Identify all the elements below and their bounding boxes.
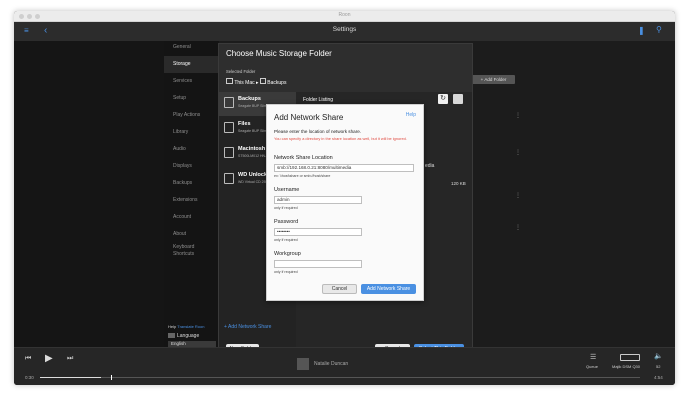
more-options-icon[interactable]: ⋮ [515,192,521,199]
seek-bar[interactable] [40,375,640,380]
folder-listing-label: Folder Listing [303,97,334,103]
view-toggle-button[interactable] [453,94,463,104]
breadcrumb-separator: ▸ [255,80,259,86]
drive-icon [259,78,266,84]
help-link[interactable]: Help [168,324,176,329]
add-network-share-link[interactable]: + Add Network Share [224,324,271,330]
share-intro: Please enter the location of network sha… [274,129,362,134]
language-label: Language [168,333,199,339]
sidebar-item-about[interactable]: About [173,231,186,237]
share-dialog-title: Add Network Share [274,113,344,122]
left-panel [14,41,164,347]
total-time: 4:54 [654,375,663,380]
track-artist: Natalie Duncan [314,361,349,367]
sidebar-item-displays[interactable]: Displays [173,163,192,169]
sidebar-item-services[interactable]: Services [173,78,192,84]
sidebar-item-backups[interactable]: Backups [173,180,192,186]
add-network-share-dialog: Add Network Share Help Please enter the … [266,104,424,301]
network-share-location-input[interactable] [274,164,414,172]
sidebar-item-audio[interactable]: Audio [173,146,186,152]
sidebar-item-extensions[interactable]: Extensions [173,197,197,203]
drive-icon [224,97,234,108]
share-help-link[interactable]: Help [406,112,416,118]
previous-icon[interactable]: ⏮ [25,355,31,363]
username-hint: only if required [274,206,298,210]
breadcrumb-backups[interactable]: Backups [267,80,286,86]
folder-size: 120 KB [451,181,466,186]
next-icon[interactable]: ⏭ [67,355,73,363]
refresh-icon[interactable]: ↻ [438,94,448,104]
more-options-icon[interactable]: ⋮ [515,112,521,119]
breadcrumb-this-mac[interactable]: This Mac [234,80,254,86]
sidebar-item-play-actions[interactable]: Play Actions [173,112,200,118]
location-label: Network Share Location [274,155,333,161]
share-cancel-button[interactable]: Cancel [322,284,357,294]
zone-name[interactable]: Majik DSM Q30 [612,364,640,369]
workgroup-hint: only if required [274,270,298,274]
password-input[interactable] [274,228,362,236]
volume-level: 52 [656,364,661,369]
username-label: Username [274,187,300,193]
sidebar-item-account[interactable]: Account [173,214,191,220]
selected-folder-label: Selected Folder [226,69,256,74]
dialog-title: Choose Music Storage Folder [226,49,332,58]
queue-label: Queue [586,364,599,369]
breadcrumb: This Mac ▸ Backups [226,78,286,86]
add-folder-button[interactable]: + Add Folder [472,75,515,84]
username-input[interactable] [274,196,362,204]
drive-icon [224,173,234,184]
window-title: Roon [338,12,351,18]
play-icon[interactable]: ▶ [45,353,53,364]
search-icon[interactable]: ⚲ [656,26,662,34]
computer-icon [226,78,233,84]
language-icon [168,333,175,339]
settings-sidebar: General Storage Services Setup Play Acti… [164,41,219,347]
title-bar: Roon [14,11,675,22]
seek-progress [40,377,101,378]
translate-link[interactable]: Translate Roon [177,324,204,329]
queue-icon[interactable]: ☰ [590,353,596,361]
top-bar: ≡ ‹ Settings ❚ ⚲ [14,22,675,41]
drive-icon [224,122,234,133]
zone-device-icon[interactable] [620,354,640,361]
sidebar-item-keyboard[interactable]: Keyboard [173,244,194,250]
player-bar: ⏮ ▶ ⏭ Natalie Duncan 0:30 4:54 ☰ Queue M… [14,347,675,385]
drive-icon [224,147,234,158]
sidebar-item-general[interactable]: General [173,44,191,50]
sidebar-item-storage[interactable]: Storage [173,61,191,67]
volume-icon[interactable]: 🔈 [654,352,663,360]
elapsed-time: 0:30 [25,375,34,380]
workgroup-input[interactable] [274,260,362,268]
add-network-share-button[interactable]: Add Network Share [361,284,416,294]
more-options-icon[interactable]: ⋮ [515,149,521,156]
location-hint: ex: \\host\share or smb://host/share [274,174,331,178]
password-label: Password [274,219,299,225]
seek-handle[interactable] [111,375,112,380]
help-row: Help Translate Roon [168,324,204,329]
bookmark-icon[interactable]: ❚ [638,27,645,35]
share-note: You can specify a directory in the share… [274,136,407,141]
sidebar-item-setup[interactable]: Setup [173,95,186,101]
page-title: Settings [332,26,357,33]
workgroup-label: Workgroup [274,251,301,257]
background-folder-text: edia [425,163,435,169]
album-art[interactable] [297,358,309,370]
more-options-icon[interactable]: ⋮ [515,224,521,231]
password-hint: only if required [274,238,298,242]
sidebar-item-shortcuts[interactable]: Shortcuts [173,251,194,257]
sidebar-item-library[interactable]: Library [173,129,188,135]
